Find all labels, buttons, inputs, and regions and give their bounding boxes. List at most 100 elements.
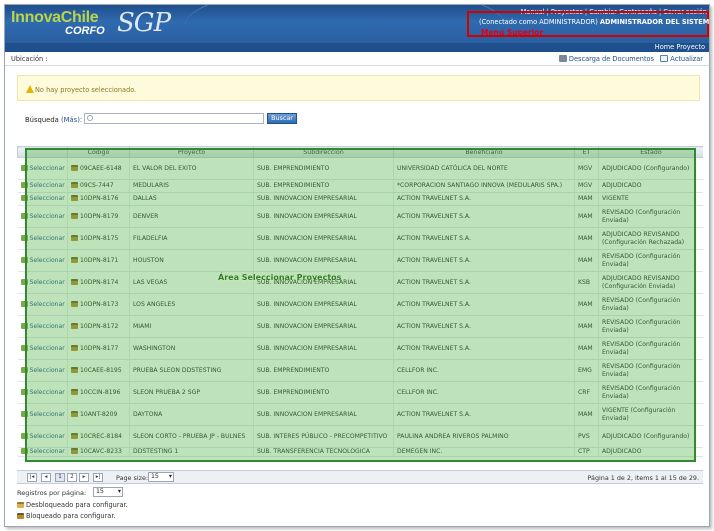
cell-select[interactable]: Seleccionar bbox=[17, 157, 68, 180]
col-header-beneficiario[interactable]: Beneficiario bbox=[393, 146, 575, 158]
download-icon bbox=[558, 55, 567, 62]
table-row[interactable]: Seleccionar 10DPN-8176 DALLAS SUB. INNOVACI… bbox=[17, 192, 703, 206]
select-link[interactable]: Seleccionar bbox=[30, 433, 65, 440]
col-header-proyecto[interactable]: Proyecto bbox=[129, 146, 254, 158]
cell-subdireccion: SUB. EMPRENDIMIENTO bbox=[253, 381, 394, 404]
cell-select[interactable]: Seleccionar bbox=[17, 205, 68, 228]
next-page-button[interactable]: ▸ bbox=[79, 473, 89, 482]
lock-icon bbox=[71, 300, 78, 307]
edit-icon bbox=[20, 256, 28, 263]
table-row[interactable]: Seleccionar 10CAEE-8195 PRUEBA SLEON DDSTE… bbox=[17, 359, 703, 382]
select-link[interactable]: Seleccionar bbox=[30, 345, 65, 352]
select-link[interactable]: Seleccionar bbox=[30, 389, 65, 396]
cell-subdireccion: SUB. INNOVACION EMPRESARIAL bbox=[253, 315, 394, 338]
cell-select[interactable]: Seleccionar bbox=[17, 381, 68, 404]
col-header-estado[interactable]: Estado bbox=[598, 146, 703, 158]
cell-estado: REVISADO (Configuración Enviada) bbox=[598, 337, 703, 360]
select-link[interactable]: Seleccionar bbox=[30, 279, 65, 286]
edit-icon bbox=[20, 300, 28, 307]
chevron-down-icon: ▾ bbox=[117, 488, 121, 495]
cell-proyecto: SLEON PRUEBA 2 SGP bbox=[129, 381, 254, 404]
col-header-subdireccion[interactable]: Subdirección bbox=[253, 146, 394, 158]
page-info: Página 1 de 2, items 1 al 15 de 29. bbox=[587, 474, 699, 482]
cell-select[interactable]: Seleccionar bbox=[17, 192, 68, 206]
table-row[interactable]: Seleccionar 10DPN-8174 LAS VEGAS SUB. INNOV… bbox=[17, 271, 703, 294]
search-more-link[interactable]: (Más): bbox=[61, 116, 82, 124]
cell-select[interactable]: Seleccionar bbox=[17, 359, 68, 382]
cell-select[interactable]: Seleccionar bbox=[17, 293, 68, 316]
cell-codigo: 10CREC-8184 bbox=[67, 425, 130, 448]
cell-beneficiario: CELLFOR INC. bbox=[393, 359, 575, 382]
edit-icon bbox=[20, 234, 28, 241]
cell-et: MAM bbox=[574, 192, 599, 206]
first-page-button[interactable]: |◂ bbox=[27, 473, 37, 482]
select-link[interactable]: Seleccionar bbox=[30, 301, 65, 308]
edit-icon bbox=[20, 432, 28, 439]
cell-proyecto: MIAMI bbox=[129, 315, 254, 338]
table-row[interactable]: Seleccionar 09CAEE-6148 EL VALOR DEL EXITO… bbox=[17, 157, 703, 180]
search-button[interactable]: Buscar bbox=[267, 113, 297, 124]
table-row[interactable]: Seleccionar 10DPN-8179 DENVER SUB. INNOVACI… bbox=[17, 205, 703, 228]
chevron-down-icon: ▾ bbox=[168, 473, 172, 480]
codigo-text: 10CAVC-8233 bbox=[80, 448, 122, 455]
select-link[interactable]: Seleccionar bbox=[30, 448, 65, 455]
col-header-et[interactable]: ET bbox=[574, 146, 599, 158]
select-link[interactable]: Seleccionar bbox=[30, 235, 65, 242]
cell-select[interactable]: Seleccionar bbox=[17, 179, 68, 193]
prev-page-button[interactable]: ◂ bbox=[41, 473, 51, 482]
table-row[interactable]: Seleccionar 10CCIN-8196 SLEON PRUEBA 2 SGP… bbox=[17, 381, 703, 404]
records-per-page-select[interactable]: 15 ▾ bbox=[93, 487, 123, 497]
cell-select[interactable]: Seleccionar bbox=[17, 447, 68, 457]
home-proyecto-link[interactable]: Home Proyecto bbox=[655, 43, 705, 51]
select-link[interactable]: Seleccionar bbox=[30, 182, 65, 189]
cell-select[interactable]: Seleccionar bbox=[17, 337, 68, 360]
select-link[interactable]: Seleccionar bbox=[30, 195, 65, 202]
cell-codigo: 10ANT-8209 bbox=[67, 403, 130, 426]
edit-icon bbox=[20, 182, 28, 188]
page-2-button[interactable]: 2 bbox=[67, 473, 77, 482]
cell-codigo: 10CAEE-8195 bbox=[67, 359, 130, 382]
cell-codigo: 10DPN-8179 bbox=[67, 205, 130, 228]
cell-subdireccion: SUB. INTERES PÚBLICO - PRECOMPETITIVO bbox=[253, 425, 394, 448]
cell-select[interactable]: Seleccionar bbox=[17, 249, 68, 272]
table-row[interactable]: Seleccionar 10DPN-8175 FILADELFIA SUB. INNO… bbox=[17, 227, 703, 250]
cell-subdireccion: SUB. INNOVACION EMPRESARIAL bbox=[253, 227, 394, 250]
select-link[interactable]: Seleccionar bbox=[30, 165, 65, 172]
table-row[interactable]: Seleccionar 10DPN-8171 HOUSTON SUB. INNOVAC… bbox=[17, 249, 703, 272]
table-row[interactable]: Seleccionar 10DPN-8172 MIAMI SUB. INNOVACIO… bbox=[17, 315, 703, 338]
select-link[interactable]: Seleccionar bbox=[30, 411, 65, 418]
select-link[interactable]: Seleccionar bbox=[30, 213, 65, 220]
search-input[interactable] bbox=[84, 113, 264, 124]
table-row[interactable]: Seleccionar 10DPN-8177 WASHINGTON SUB. INNO… bbox=[17, 337, 703, 360]
cell-select[interactable]: Seleccionar bbox=[17, 403, 68, 426]
records-per-page-label: Registros por página: bbox=[17, 489, 87, 497]
page-1-button[interactable]: 1 bbox=[55, 473, 65, 482]
cell-select[interactable]: Seleccionar bbox=[17, 271, 68, 294]
cell-codigo: 10DPN-8176 bbox=[67, 192, 130, 206]
table-row[interactable]: Seleccionar 10CREC-8184 SLEON CORTO - PRUE… bbox=[17, 425, 703, 448]
select-link[interactable]: Seleccionar bbox=[30, 367, 65, 374]
table-row[interactable]: Seleccionar 09CS-7447 MEDULARIS SUB. EMPREN… bbox=[17, 179, 703, 193]
col-header-codigo[interactable]: Código bbox=[67, 146, 130, 158]
page-size-select[interactable]: 15 ▾ bbox=[148, 472, 174, 482]
table-row[interactable]: Seleccionar 10DPN-8173 LOS ANGELES SUB. INN… bbox=[17, 293, 703, 316]
lock-icon bbox=[71, 195, 78, 201]
download-documents-link[interactable]: Descarga de Documentos bbox=[569, 55, 654, 63]
cell-proyecto: DALLAS bbox=[129, 192, 254, 206]
select-link[interactable]: Seleccionar bbox=[30, 257, 65, 264]
cell-select[interactable]: Seleccionar bbox=[17, 227, 68, 250]
select-link[interactable]: Seleccionar bbox=[30, 323, 65, 330]
cell-estado: REVISADO (Configuración Enviada) bbox=[598, 315, 703, 338]
cell-estado: ADJUDICADO REVISANDO (Configuración Rech… bbox=[598, 227, 703, 250]
codigo-text: 10DPN-8176 bbox=[80, 195, 119, 202]
table-row[interactable]: Seleccionar 10CAVC-8233 DDSTESTING 1 SUB. T… bbox=[17, 447, 703, 457]
codigo-text: 10DPN-8179 bbox=[80, 212, 119, 220]
refresh-link[interactable]: Actualizar bbox=[670, 55, 703, 63]
cell-beneficiario: ACTION TRAVELNET S.A. bbox=[393, 293, 575, 316]
cell-select[interactable]: Seleccionar bbox=[17, 425, 68, 448]
table-row[interactable]: Seleccionar 10ANT-8209 DAYTONA SUB. INNOVAC… bbox=[17, 403, 703, 426]
cell-select[interactable]: Seleccionar bbox=[17, 315, 68, 338]
last-page-button[interactable]: ▸| bbox=[93, 473, 103, 482]
cell-codigo: 10DPN-8177 bbox=[67, 337, 130, 360]
table-header-row: Código Proyecto Subdirección Beneficiari… bbox=[17, 146, 703, 158]
